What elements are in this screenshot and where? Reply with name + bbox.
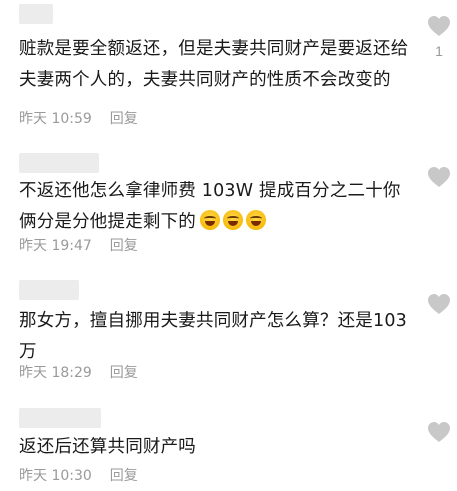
heart-icon (428, 16, 450, 36)
comment-meta: 昨天 10:30 回复 (19, 467, 138, 485)
reply-button[interactable]: 回复 (110, 468, 138, 484)
username-blurred[interactable] (19, 153, 99, 173)
comment-text: 那女方，擅自挪用夫妻共同财产怎么算？还是103万 (19, 311, 408, 362)
like-count: 1 (435, 43, 443, 59)
heart-icon (428, 294, 450, 314)
reply-button[interactable]: 回复 (110, 238, 138, 254)
comment-meta: 昨天 19:47 回复 (19, 237, 138, 255)
comment-time: 昨天 19:47 (19, 238, 92, 254)
rolling-on-floor-laughing-emoji (246, 210, 266, 230)
comment-time: 昨天 10:59 (19, 111, 92, 127)
rolling-on-floor-laughing-emoji (200, 210, 220, 230)
like-button[interactable] (424, 166, 454, 188)
username-blurred[interactable] (19, 280, 79, 300)
heart-icon (428, 422, 450, 442)
comment-meta: 昨天 18:29 回复 (19, 364, 138, 382)
comment-text: 赃款是要全额返还，但是夫妻共同财产是要返还给夫妻两个人的，夫妻共同财产的性质不会… (19, 39, 409, 90)
reply-button[interactable]: 回复 (110, 111, 138, 127)
comment-meta: 昨天 10:59 回复 (19, 110, 138, 128)
like-button[interactable]: 1 (424, 15, 454, 59)
rolling-on-floor-laughing-emoji (223, 210, 243, 230)
comment-list: 赃款是要全额返还，但是夫妻共同财产是要返还给夫妻两个人的，夫妻共同财产的性质不会… (0, 0, 457, 491)
username-blurred[interactable] (19, 4, 53, 24)
reply-button[interactable]: 回复 (110, 365, 138, 381)
username-blurred[interactable] (19, 408, 101, 428)
like-button[interactable] (424, 293, 454, 315)
comment-time: 昨天 18:29 (19, 365, 92, 381)
comment-time: 昨天 10:30 (19, 468, 92, 484)
heart-icon (428, 167, 450, 187)
like-button[interactable] (424, 421, 454, 443)
comment-text: 不返还他怎么拿律师费 103W 提成百分之二十你俩分是分他提走剩下的 (19, 176, 411, 238)
comment-text: 返还后还算共同财产吗 (19, 437, 196, 457)
